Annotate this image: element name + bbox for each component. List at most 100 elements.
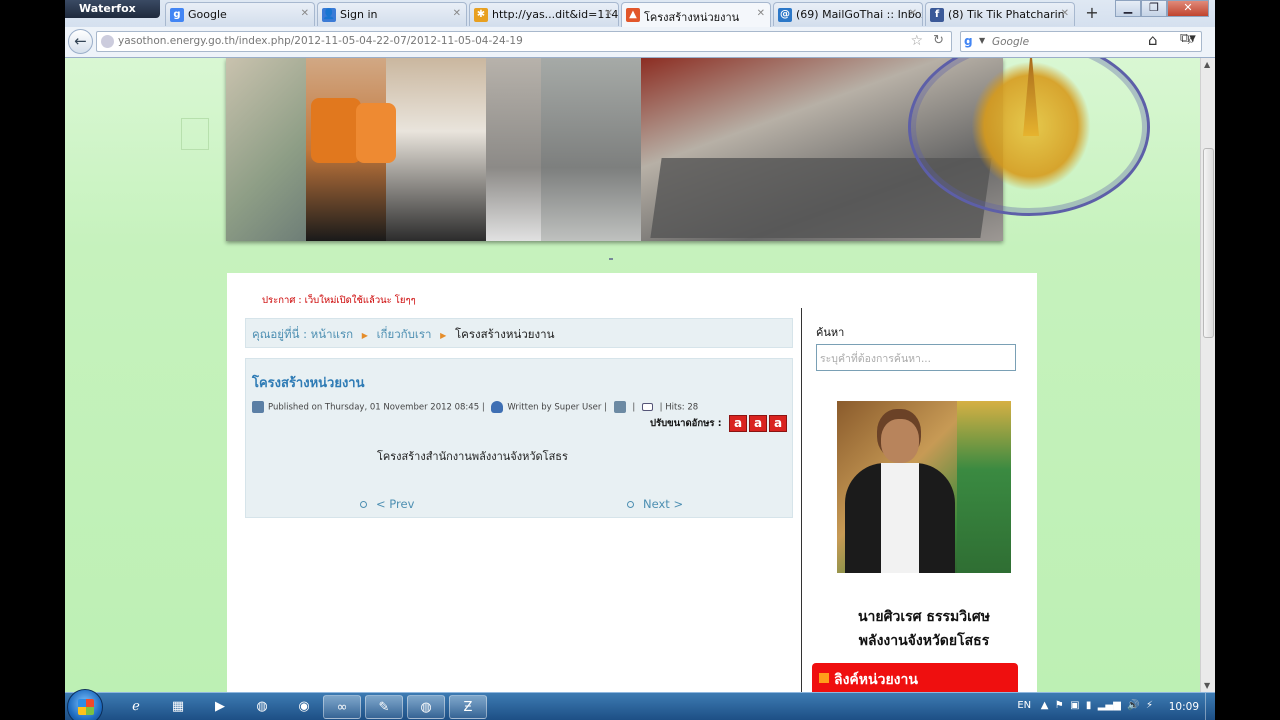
sidebar-search-label: ค้นหา: [816, 326, 845, 339]
search-bar[interactable]: g ▼ Google ⌕: [960, 31, 1202, 52]
person-favicon-icon: 👤: [322, 8, 336, 22]
tab-sign-in[interactable]: 👤 Sign in ✕: [317, 2, 467, 26]
at-favicon-icon: @: [778, 8, 792, 22]
close-tab-icon[interactable]: ✕: [1061, 8, 1069, 19]
official-position: พลังงานจังหวัดยโสธร: [858, 633, 990, 649]
maximize-icon[interactable]: ❐: [1141, 0, 1167, 17]
minimize-icon[interactable]: ▁: [1115, 0, 1141, 17]
tab-label: (69) MailGoThai :: Inbox: [796, 8, 923, 21]
bullet-icon: [360, 501, 367, 508]
clock[interactable]: 10:09: [1169, 701, 1199, 713]
email-icon[interactable]: [641, 403, 653, 411]
search-placeholder: Google: [992, 36, 1030, 48]
waterfox-taskbar-icon[interactable]: ◍: [407, 695, 445, 719]
content-panel: ประกาศ : เว็บใหม่เปิดใช้แล้วนะ โยๆๆ คุณอ…: [227, 273, 1037, 692]
close-tab-icon[interactable]: ✕: [301, 8, 309, 19]
media-player-icon[interactable]: ▶: [201, 695, 239, 719]
system-tray: EN ▲ ⚑ ▣ ▮ ▂▄▆ 🔊 ⚡: [1017, 700, 1153, 711]
joomla-favicon-icon: ✱: [474, 8, 488, 22]
published-date: Published on Thursday, 01 November 2012 …: [268, 402, 480, 413]
breadcrumb-link-home[interactable]: หน้าแรก: [311, 327, 353, 341]
page-viewport: ประกาศ : เว็บใหม่เปิดใช้แล้วนะ โยๆๆ คุณอ…: [65, 58, 1200, 692]
site-identity-icon[interactable]: [101, 35, 114, 48]
facebook-favicon-icon: f: [930, 8, 944, 22]
hits-count: Hits: 28: [665, 402, 699, 413]
header-banner-image: [226, 58, 1003, 241]
prev-link[interactable]: < Prev: [360, 497, 414, 511]
prev-label: < Prev: [376, 497, 415, 511]
windows-logo-icon: [78, 699, 94, 715]
article-meta: Published on Thursday, 01 November 2012 …: [252, 401, 792, 413]
breadcrumb-link-about[interactable]: เกี่ยวกับเรา: [377, 327, 432, 341]
tab-joomla-edit[interactable]: ✱ http://yas...dit&id=114 ✕: [469, 2, 619, 26]
sidebar-search-input[interactable]: ระบุคำที่ต้องการค้นหา...: [816, 344, 1016, 371]
chevron-down-icon[interactable]: ▼: [979, 36, 985, 45]
tab-structure[interactable]: ▲ โครงสร้างหน่วยงาน ✕: [621, 2, 771, 27]
tab-mailgothai[interactable]: @ (69) MailGoThai :: Inbox ✕: [773, 2, 923, 26]
tab-facebook[interactable]: f (8) Tik Tik Phatcharin ✕: [925, 2, 1075, 26]
close-tab-icon[interactable]: ✕: [453, 8, 461, 19]
tab-label: http://yas...dit&id=114: [492, 8, 619, 21]
windows-taskbar: ℯ ▦ ▶ ◍ ◉ ∞ ✎ ◍ Ƶ EN ▲ ⚑ ▣ ▮ ▂▄▆ 🔊 ⚡ 10:…: [65, 689, 1215, 720]
window-controls: ▁ ❐ ✕: [1115, 0, 1209, 18]
vertical-scrollbar[interactable]: ▲ ▼: [1200, 58, 1215, 692]
addon-menu-icon[interactable]: ⧉▾: [1180, 31, 1196, 46]
next-link[interactable]: Next >: [627, 497, 683, 511]
breadcrumb-arrow-icon: ▶: [361, 331, 368, 340]
google-favicon-icon: g: [170, 8, 184, 22]
close-tab-icon[interactable]: ✕: [909, 8, 917, 19]
home-icon[interactable]: ⌂: [1148, 31, 1158, 49]
font-size-controls: a a a: [729, 415, 787, 432]
filezilla-icon[interactable]: Ƶ: [449, 695, 487, 719]
agency-links-label: ลิงค์หน่วยงาน: [834, 672, 918, 688]
decorative-box: [181, 118, 209, 150]
article-body: โครงสร้างสำนักงานพลังงานจังหวัดโสธร: [377, 450, 568, 463]
square-bullet-icon: [819, 673, 829, 683]
tab-label: โครงสร้างหน่วยงาน: [644, 11, 740, 24]
font-size-label: ปรับขนาดอักษร :: [650, 418, 722, 429]
article-title[interactable]: โครงสร้างหน่วยงาน: [252, 372, 364, 393]
article: โครงสร้างหน่วยงาน Published on Thursday,…: [245, 358, 793, 518]
close-window-icon[interactable]: ✕: [1167, 0, 1209, 17]
scroll-down-icon[interactable]: ▼: [1204, 681, 1210, 690]
tool-app-icon[interactable]: ✎: [365, 695, 403, 719]
flame-favicon-icon: ▲: [626, 8, 640, 22]
close-tab-icon[interactable]: ✕: [605, 8, 613, 19]
font-reset-button[interactable]: a: [749, 415, 767, 432]
breadcrumb-arrow-icon: ▶: [440, 331, 447, 340]
scrollbar-thumb[interactable]: [1203, 148, 1214, 338]
start-button[interactable]: [67, 689, 103, 720]
new-tab-button[interactable]: +: [1081, 3, 1103, 25]
url-text: yasothon.energy.go.th/index.php/2012-11-…: [118, 35, 523, 47]
tab-label: Sign in: [340, 8, 378, 21]
show-desktop-button[interactable]: [1205, 693, 1215, 720]
app-menu-button[interactable]: Waterfox: [65, 0, 160, 18]
calendar-icon: [252, 401, 264, 413]
internet-explorer-icon[interactable]: ℯ: [117, 695, 155, 719]
network-globe-icon[interactable]: ◍: [243, 695, 281, 719]
tab-google[interactable]: g Google ✕: [165, 2, 315, 26]
browser-chrome: Waterfox g Google ✕ 👤 Sign in ✕ ✱ http:/…: [65, 0, 1215, 58]
navigation-bar: ← yasothon.energy.go.th/index.php/2012-1…: [65, 27, 1215, 57]
reload-icon[interactable]: ↻: [933, 33, 944, 48]
scroll-up-icon[interactable]: ▲: [1204, 60, 1210, 69]
google-engine-icon[interactable]: g: [964, 34, 978, 48]
breadcrumb-prefix: คุณอยู่ที่นี่ :: [252, 327, 307, 341]
back-button[interactable]: ←: [68, 29, 93, 54]
close-tab-icon[interactable]: ✕: [757, 8, 765, 19]
address-bar[interactable]: yasothon.energy.go.th/index.php/2012-11-…: [96, 31, 952, 52]
language-indicator[interactable]: EN: [1017, 700, 1031, 711]
announcement-text: ประกาศ : เว็บใหม่เปิดใช้แล้วนะ โยๆๆ: [262, 295, 416, 306]
user-icon: [491, 401, 504, 413]
author: Written by Super User: [507, 402, 602, 413]
print-icon[interactable]: [613, 401, 626, 413]
column-divider: [801, 308, 802, 692]
link-app-icon[interactable]: ∞: [323, 695, 361, 719]
bookmark-star-icon[interactable]: ☆: [910, 33, 923, 49]
font-decrease-button[interactable]: a: [729, 415, 747, 432]
tab-bar: g Google ✕ 👤 Sign in ✕ ✱ http://yas...di…: [165, 2, 1115, 27]
film-icon[interactable]: ▦: [159, 695, 197, 719]
official-photo: [837, 401, 1011, 573]
chrome-icon[interactable]: ◉: [285, 695, 323, 719]
font-increase-button[interactable]: a: [769, 415, 787, 432]
